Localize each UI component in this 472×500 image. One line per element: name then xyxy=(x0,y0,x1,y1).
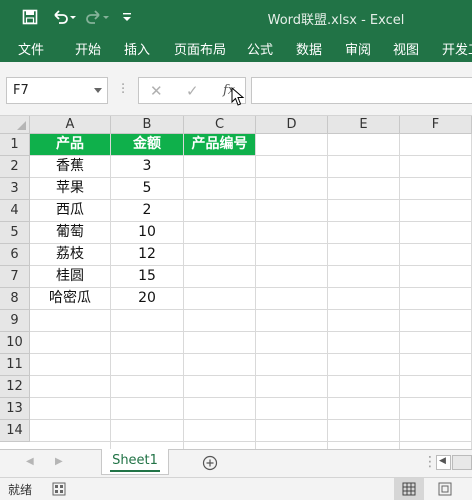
worksheet-grid: A B C D E F 1 2 3 4 5 6 7 8 9 10 11 12 1… xyxy=(0,116,472,449)
name-box-value: F7 xyxy=(13,83,29,98)
status-bar: 就绪 xyxy=(0,477,472,500)
macro-record-icon[interactable] xyxy=(52,482,66,496)
name-box[interactable]: F7 xyxy=(6,77,108,104)
grid-view-icon xyxy=(402,482,416,496)
tab-split-handle[interactable]: ⋮ xyxy=(423,454,437,470)
window-title: Word联盟.xlsx - Excel xyxy=(267,13,405,28)
tab-insert[interactable]: 插入 xyxy=(124,39,150,58)
tab-developer[interactable]: 开发工 xyxy=(442,39,472,58)
formula-bar-grip[interactable]: · · · xyxy=(121,79,125,100)
add-sheet-icon[interactable] xyxy=(202,455,218,471)
tab-view[interactable]: 视图 xyxy=(393,39,419,58)
hscroll-thumb[interactable] xyxy=(452,455,472,470)
ribbon-tabs: 文件 开始 插入 页面布局 公式 数据 审阅 视图 开发工 xyxy=(0,34,472,62)
title-bar: Word联盟.xlsx - Excel xyxy=(0,0,472,34)
tab-home[interactable]: 开始 xyxy=(75,39,101,58)
sheet-tabs-bar: ◀ ▶ Sheet1 ⋮ ◀ xyxy=(0,449,472,477)
hscroll-left-button[interactable]: ◀ xyxy=(436,455,451,470)
tab-formulas[interactable]: 公式 xyxy=(247,39,273,58)
normal-view-button[interactable] xyxy=(394,478,424,500)
tab-page-layout[interactable]: 页面布局 xyxy=(174,39,226,58)
chevron-down-icon[interactable] xyxy=(94,88,102,93)
scroll-left-arrow-icon: ◀ xyxy=(439,456,446,466)
formula-input[interactable] xyxy=(251,77,472,104)
tab-review[interactable]: 审阅 xyxy=(345,39,371,58)
sheet-tab-sheet1[interactable]: Sheet1 xyxy=(101,449,169,475)
cancel-icon[interactable]: ✕ xyxy=(150,82,163,100)
tab-file[interactable]: 文件 xyxy=(18,39,44,58)
page-layout-view-icon[interactable] xyxy=(438,482,452,496)
gridlines xyxy=(30,134,472,449)
formula-buttons: ✕ ✓ fx xyxy=(138,77,246,106)
enter-icon[interactable]: ✓ xyxy=(186,82,199,100)
scroll-left-icon[interactable]: ◀ xyxy=(26,456,34,467)
scroll-right-icon[interactable]: ▶ xyxy=(55,456,63,467)
tab-data[interactable]: 数据 xyxy=(296,39,322,58)
status-ready: 就绪 xyxy=(8,483,33,497)
mouse-cursor-icon xyxy=(231,87,245,106)
